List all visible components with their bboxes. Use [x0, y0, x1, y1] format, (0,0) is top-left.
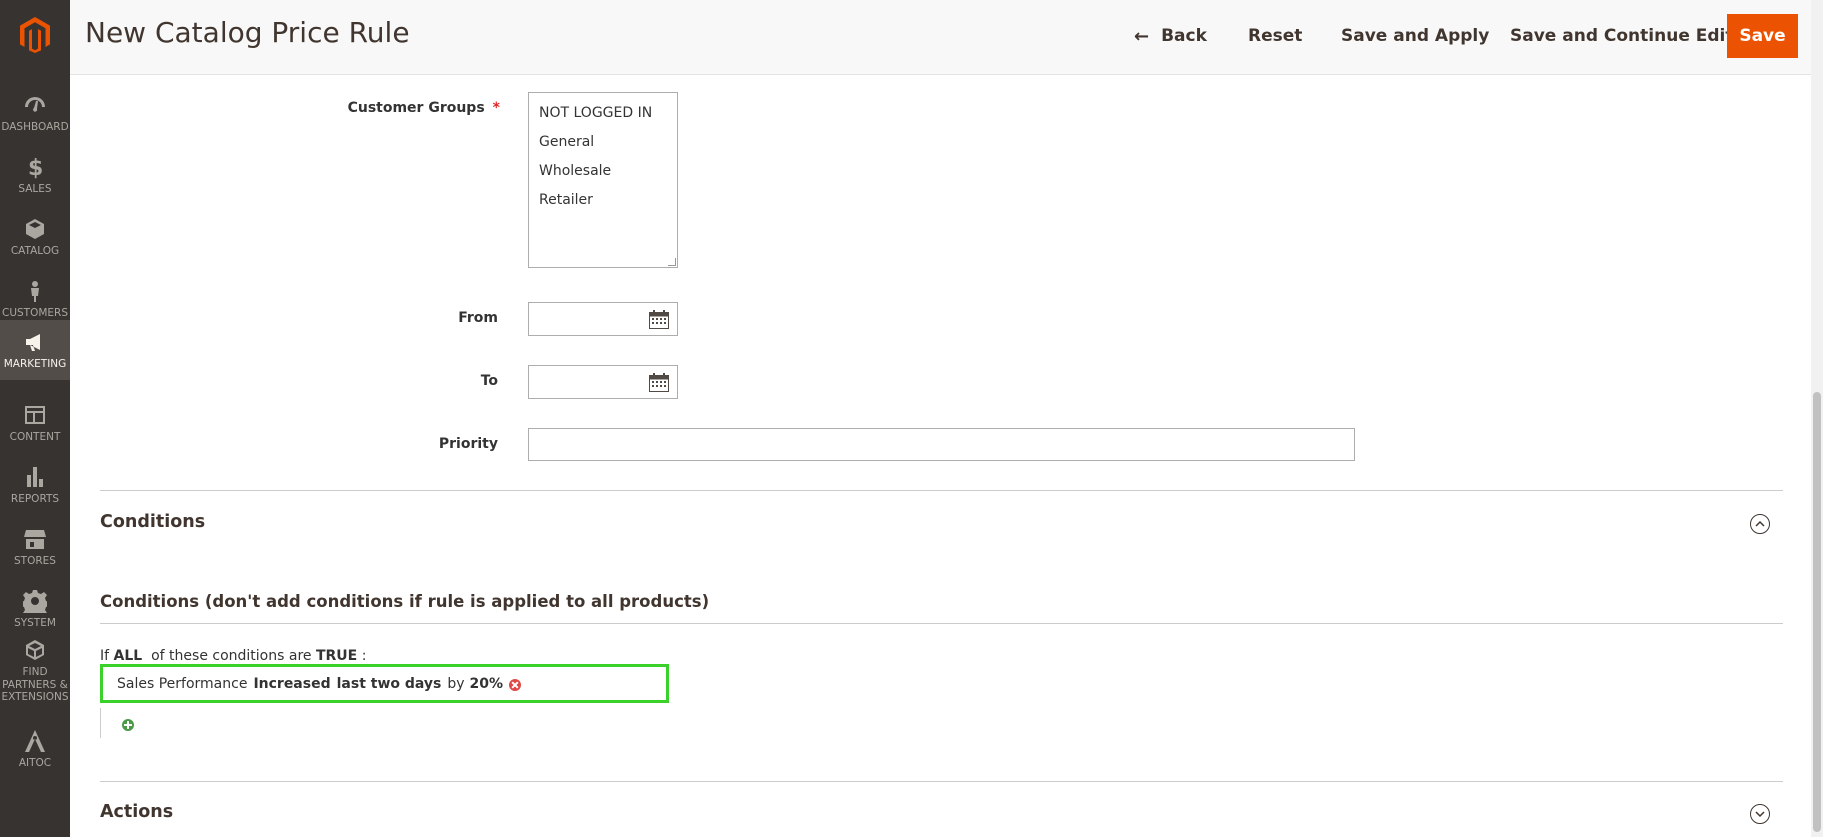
nav-label: AITOC: [18, 756, 52, 769]
conditions-subtitle: Conditions (don't add conditions if rule…: [100, 592, 710, 611]
condition-period-link[interactable]: last two days: [337, 676, 442, 692]
section-divider: [100, 781, 1783, 782]
nav-item-content[interactable]: CONTENT: [0, 392, 70, 454]
condition-attribute: Sales Performance: [117, 675, 248, 692]
arrow-left-icon: ←: [1134, 25, 1150, 47]
required-mark: *: [492, 100, 500, 116]
subtitle-divider: [100, 623, 1783, 624]
condition-operator-link[interactable]: Increased: [253, 676, 330, 692]
box-icon: [26, 218, 44, 239]
page-title: New Catalog Price Rule: [85, 16, 410, 49]
back-button[interactable]: ← Back: [1134, 14, 1207, 58]
section-divider: [100, 490, 1783, 491]
aitoc-icon: [25, 729, 45, 752]
condition-row-highlighted: Sales Performance Increased last two day…: [100, 664, 669, 703]
from-label: From: [458, 310, 498, 326]
rule-aggregator-link[interactable]: ALL: [114, 648, 143, 664]
nav-item-catalog[interactable]: CATALOG: [0, 206, 70, 268]
nav-item-marketing[interactable]: MARKETING: [0, 320, 70, 380]
svg-text:$: $: [28, 156, 43, 179]
reset-button[interactable]: Reset: [1248, 14, 1302, 58]
nav-item-stores[interactable]: STORES: [0, 516, 70, 578]
save-and-continue-edit-button[interactable]: Save and Continue Edit: [1510, 14, 1734, 58]
layout-icon: [25, 405, 45, 424]
conditions-section-title[interactable]: Conditions: [100, 512, 205, 532]
person-icon: [31, 280, 39, 302]
customer-groups-multiselect[interactable]: NOT LOGGED IN General Wholesale Retailer: [528, 92, 678, 268]
condition-value-link[interactable]: 20%: [470, 676, 504, 692]
store-icon: [24, 529, 46, 549]
rule-middle-text: of these conditions are: [151, 648, 312, 664]
magento-logo-icon[interactable]: [0, 0, 70, 70]
nav-label: STORES: [14, 554, 56, 567]
to-date-input[interactable]: [528, 365, 678, 399]
nav-label: REPORTS: [10, 492, 60, 505]
calendar-icon[interactable]: [649, 373, 669, 392]
priority-label: Priority: [438, 436, 498, 452]
from-date-input[interactable]: [528, 302, 678, 336]
calendar-icon[interactable]: [649, 310, 669, 329]
rule-value-link[interactable]: TRUE: [316, 648, 357, 664]
nav-label: SYSTEM: [14, 616, 56, 629]
nav-label: CATALOG: [10, 244, 60, 257]
bar-chart-icon: [27, 466, 43, 487]
save-button[interactable]: Save: [1727, 14, 1798, 58]
extensions-icon: [26, 640, 44, 661]
nav-label: CUSTOMERS: [1, 306, 68, 319]
add-condition-icon[interactable]: [122, 719, 134, 731]
customer-group-option[interactable]: General: [529, 128, 677, 157]
chevron-up-icon[interactable]: [1750, 514, 1770, 534]
gear-icon: [23, 589, 47, 613]
nav-item-dashboard[interactable]: DASHBOARD: [0, 82, 70, 144]
customer-group-option[interactable]: NOT LOGGED IN: [529, 99, 677, 128]
nav-item-aitoc[interactable]: AITOC: [0, 714, 70, 784]
rule-aggregator-line: If ALL of these conditions are TRUE :: [100, 648, 366, 664]
dashboard-icon: [25, 96, 45, 112]
rule-prefix: If: [100, 648, 110, 664]
customer-group-option[interactable]: Wholesale: [529, 157, 677, 186]
nav-item-system[interactable]: SYSTEM: [0, 578, 70, 640]
nav-item-reports[interactable]: REPORTS: [0, 454, 70, 516]
nav-label: SALES: [18, 182, 52, 195]
customer-group-option[interactable]: Retailer: [529, 186, 677, 215]
back-button-label: Back: [1161, 26, 1207, 46]
nav-label: DASHBOARD: [1, 120, 69, 133]
rule-suffix: :: [361, 648, 367, 664]
customer-groups-label: Customer Groups *: [300, 100, 500, 116]
nav-label: FIND PARTNERS & EXTENSIONS: [1, 666, 69, 704]
customer-groups-label-text: Customer Groups: [347, 100, 485, 116]
condition-tree-line: [100, 708, 101, 738]
to-label: To: [480, 373, 498, 389]
resize-grip-icon[interactable]: [668, 258, 676, 266]
nav-item-sales[interactable]: $ SALES: [0, 144, 70, 206]
actions-section-title[interactable]: Actions: [100, 802, 173, 822]
nav-item-find-partners-extensions[interactable]: FIND PARTNERS & EXTENSIONS: [0, 636, 70, 706]
scrollbar-thumb[interactable]: [1813, 392, 1821, 832]
nav-label: CONTENT: [9, 430, 61, 443]
megaphone-icon: [26, 333, 40, 351]
condition-by-text: by: [447, 675, 465, 692]
dollar-icon: $: [28, 156, 43, 179]
priority-input[interactable]: [528, 428, 1355, 461]
nav-label: MARKETING: [3, 357, 67, 370]
chevron-down-icon[interactable]: [1750, 804, 1770, 824]
remove-condition-icon[interactable]: [509, 678, 522, 691]
save-and-apply-button[interactable]: Save and Apply: [1341, 14, 1489, 58]
admin-sidebar: DASHBOARD $ SALES CATALOG CUSTOMERS MARK…: [0, 0, 70, 837]
page-header: New Catalog Price Rule ← Back Reset Save…: [70, 0, 1823, 75]
page-scrollbar[interactable]: [1811, 0, 1823, 837]
